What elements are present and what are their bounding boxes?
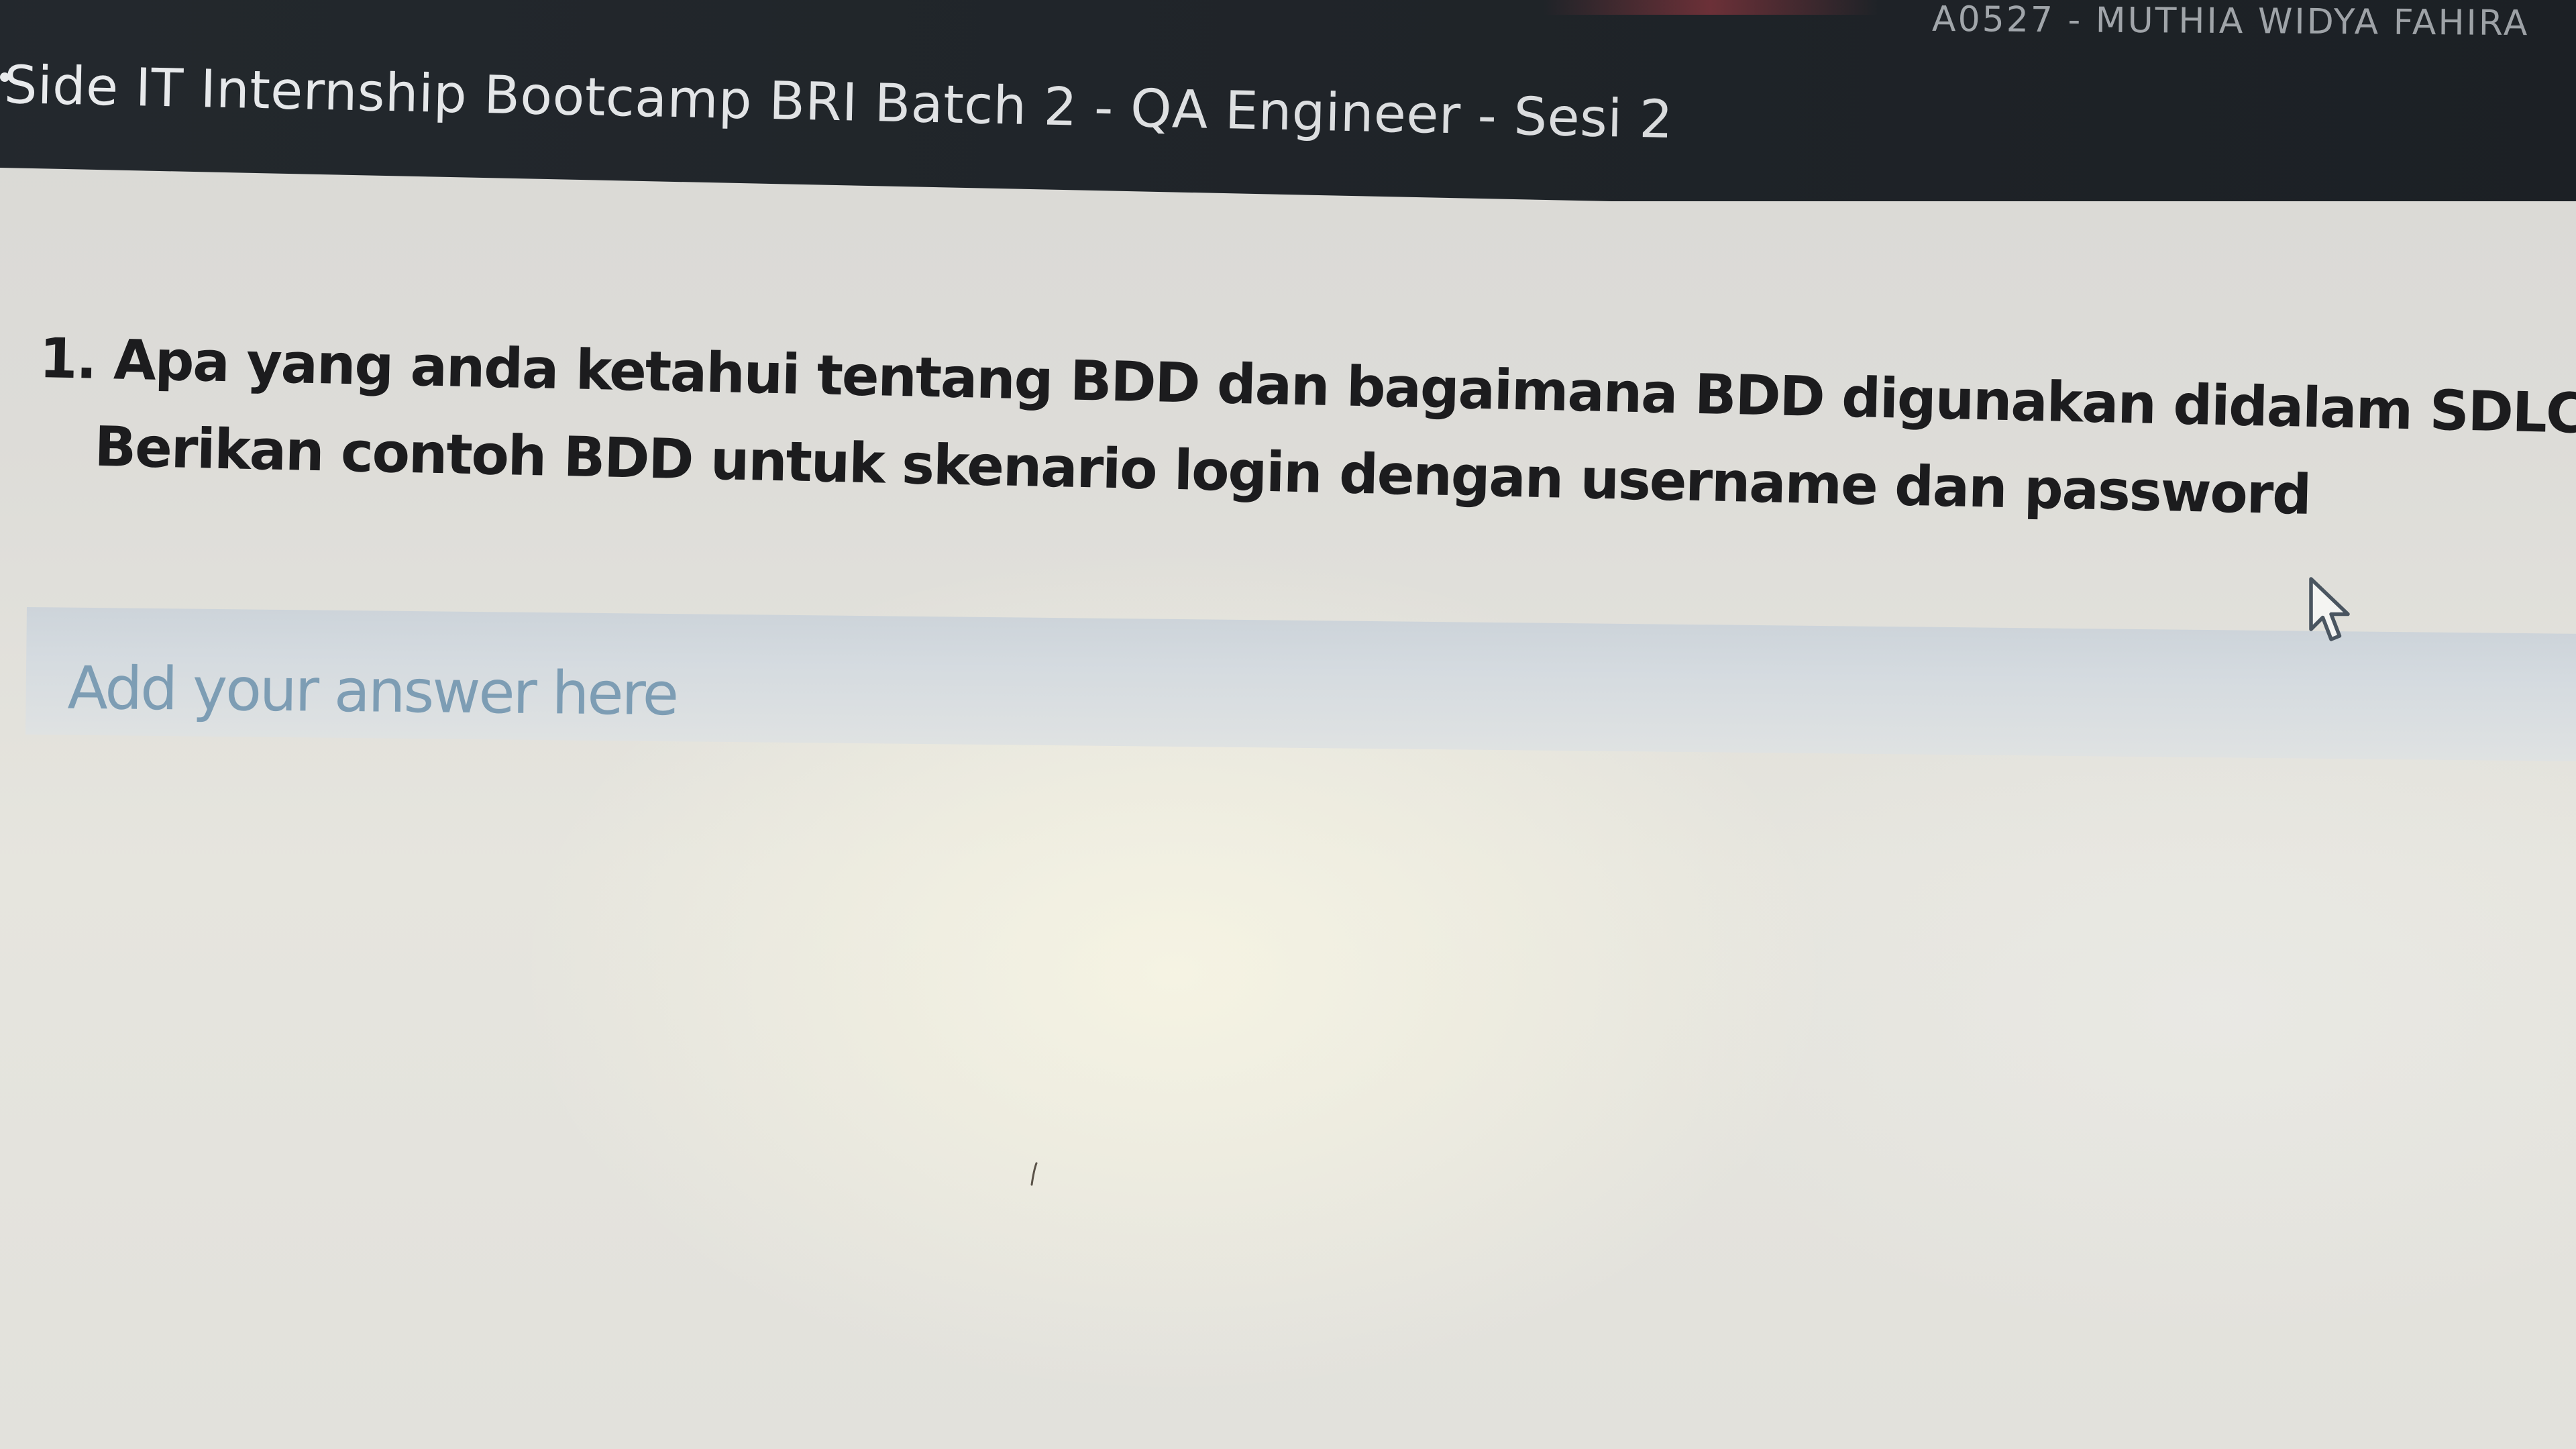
screen-speck bbox=[1030, 1162, 1038, 1186]
title-bullet bbox=[0, 72, 9, 82]
answer-placeholder: Add your answer here bbox=[67, 653, 678, 729]
mouse-pointer-icon bbox=[2309, 577, 2350, 641]
answer-input[interactable]: Add your answer here bbox=[25, 607, 2576, 761]
respondent-label: A0527 - MUTHIA WIDYA FAHIRA bbox=[1931, 0, 2530, 44]
question-number: 1. bbox=[38, 326, 97, 392]
header-accent-strip bbox=[1543, 0, 1878, 15]
form-header: A0527 - MUTHIA WIDYA FAHIRA Side IT Inte… bbox=[0, 0, 2576, 201]
form-title: Side IT Internship Bootcamp BRI Batch 2 … bbox=[3, 55, 1674, 151]
